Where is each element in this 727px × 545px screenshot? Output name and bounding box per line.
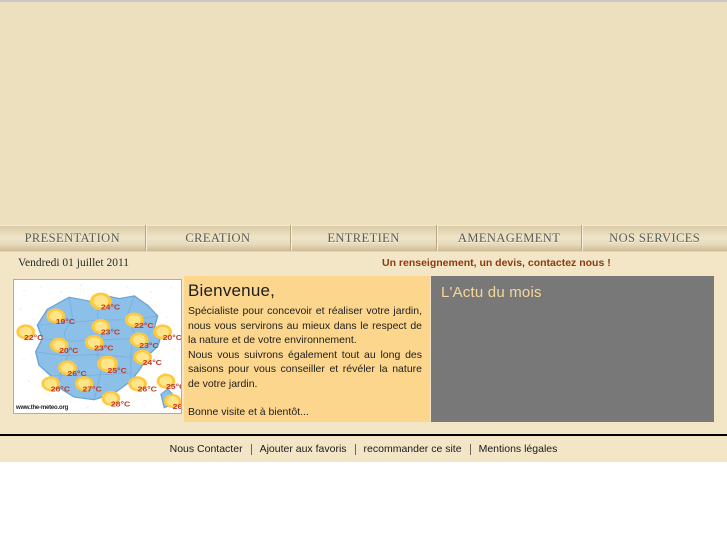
footer-link-recommander[interactable]: recommander ce site [356,443,471,455]
page-root: PRESENTATION CREATION ENTRETIEN AMENAGEMENT… [0,0,727,545]
site-frame: PRESENTATION CREATION ENTRETIEN AMENAGEMENT… [0,0,727,462]
weather-credit: www.the-meteo.org [16,405,69,411]
temperature-label: 26°C [51,386,71,394]
temperature-label: 19°C [56,318,76,326]
footer-links: Nous Contacter Ajouter aux favoris recomma… [0,434,727,462]
footer-link-ajouter-favoris[interactable]: Ajouter aux favoris [252,443,356,455]
temperature-label: 22°C [134,322,154,330]
temperature-label: 26°C [173,403,181,411]
temperature-label: 20°C [59,347,79,355]
welcome-paragraph-1: Spécialiste pour concevoir et réaliser v… [188,305,422,347]
france-weather-map-icon: 24°C 19°C 22°C 23°C 22°C 20°C 20°C 23°C 23°C 24°C… [14,280,181,413]
temperature-label: 26°C [67,370,87,378]
welcome-heading: Bienvenue, [188,281,276,300]
weather-map-image[interactable]: 24°C 19°C 22°C 23°C 22°C 20°C 20°C 23°C 23°C 24°C… [13,279,182,414]
nav-creation[interactable]: CREATION [146,225,292,251]
contact-tagline: Un renseignement, un devis, contactez no… [382,257,611,269]
temperature-label: 25°C [108,367,128,375]
temperature-label: 23°C [94,344,114,352]
page-below-fold [0,462,727,545]
nav-item-label: PRESENTATION [24,230,121,245]
welcome-panel: Bienvenue, Spécialiste pour concevoir et… [184,276,430,422]
header-banner [0,2,727,225]
nav-item-label: CREATION [185,230,251,245]
actu-panel: L'Actu du mois [431,276,714,422]
temperature-label: 23°C [139,342,159,350]
nav-amenagement[interactable]: AMENAGEMENT [437,225,583,251]
temperature-label: 24°C [143,359,163,367]
temperature-label: 25°C [166,383,181,391]
actu-title: L'Actu du mois [441,284,542,301]
nav-item-label: ENTRETIEN [327,230,400,245]
content-row: 24°C 19°C 22°C 23°C 22°C 20°C 20°C 23°C 23°C 24°C… [0,276,727,434]
welcome-paragraph-2: Nous vous suivrons également tout au lon… [188,348,422,390]
temperature-label: 23°C [101,328,121,336]
temperature-label: 22°C [24,334,44,342]
nav-presentation[interactable]: PRESENTATION [0,225,147,251]
temperature-label: 20°C [163,334,181,342]
welcome-spacer [188,392,422,405]
nav-nos-services[interactable]: NOS SERVICES [582,225,727,251]
temperature-label: 28°C [111,400,131,408]
nav-item-label: AMENAGEMENT [457,230,561,245]
footer-link-nous-contacter[interactable]: Nous Contacter [162,443,252,455]
temperature-label: 26°C [138,386,158,394]
site-inner: PRESENTATION CREATION ENTRETIEN AMENAGEMENT… [0,2,727,462]
welcome-paragraph-3: Bonne visite et à bientôt... [188,405,309,418]
current-date: Vendredi 01 juillet 2011 [18,257,130,269]
nav-entretien[interactable]: ENTRETIEN [291,225,438,251]
nav-item-label: NOS SERVICES [609,230,701,245]
temperature-label: 27°C [82,386,102,394]
main-navigation: PRESENTATION CREATION ENTRETIEN AMENAGEMENT… [0,225,727,251]
temperature-label: 24°C [101,303,121,311]
info-bar: Vendredi 01 juillet 2011 Un renseignemen… [0,251,727,277]
footer-link-mentions-legales[interactable]: Mentions légales [471,443,566,455]
